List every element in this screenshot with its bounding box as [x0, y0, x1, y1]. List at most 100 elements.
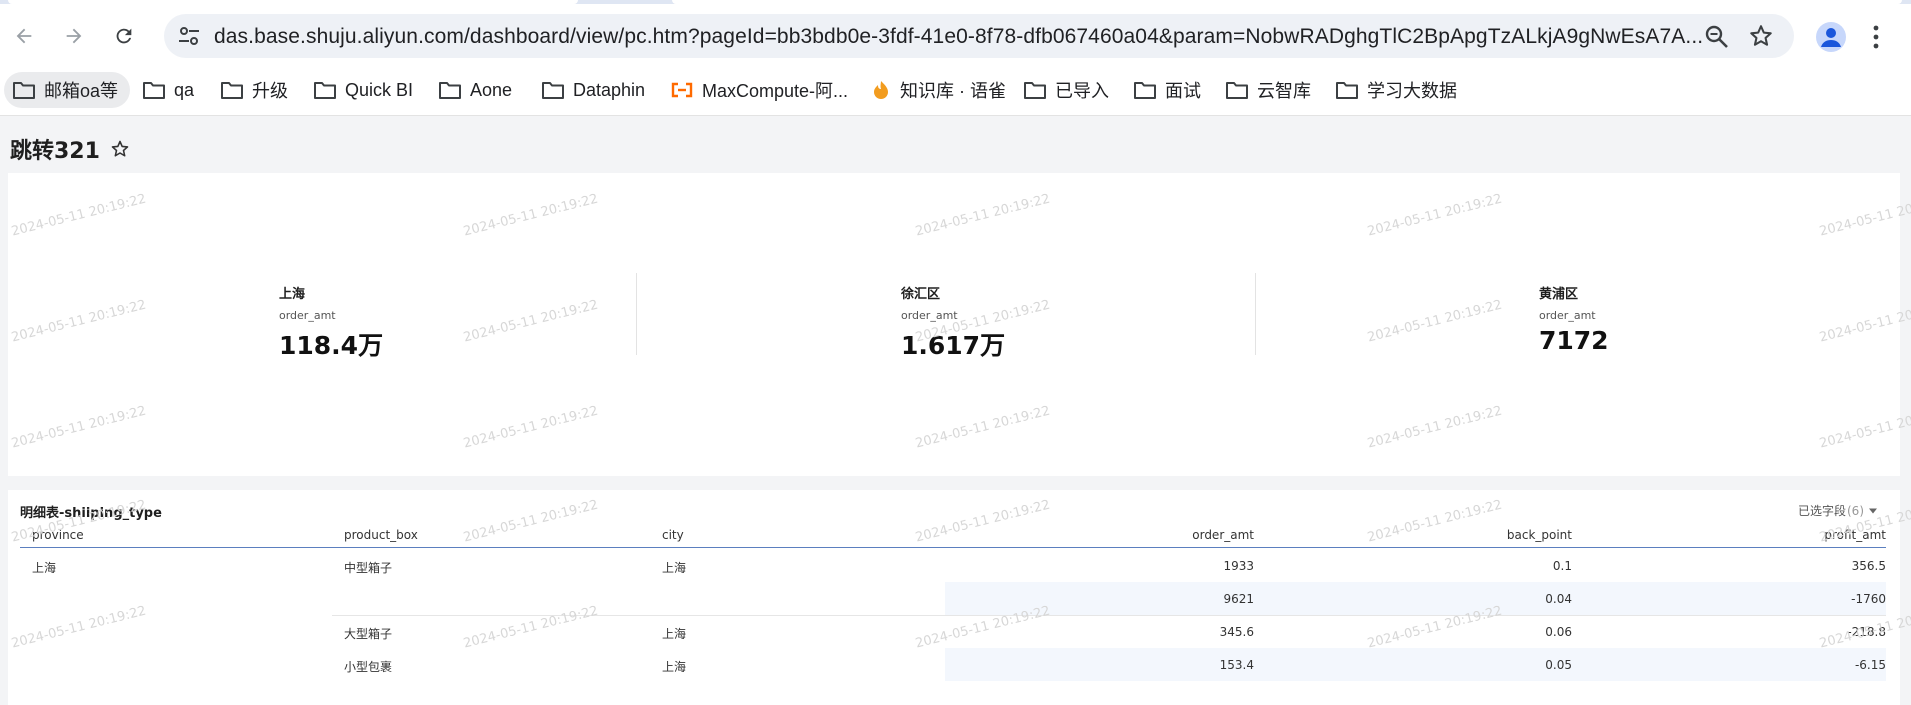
cell-profit-amt: -6.15: [1854, 658, 1886, 672]
cell-order-amt: 9621: [1223, 592, 1254, 606]
cell-order-amt: 153.4: [1219, 658, 1254, 672]
table-row[interactable]: 上海 中型箱子 上海 1933 0.1 356.5: [20, 549, 1886, 582]
bookmark-folder[interactable]: Aone: [438, 72, 512, 108]
kpi-value: 1.617万: [901, 331, 1006, 360]
kpi-shanghai[interactable]: 上海 order_amt 118.4万: [279, 283, 383, 362]
cell-city: 上海: [662, 627, 687, 641]
bookmark-folder[interactable]: 云智库: [1225, 72, 1311, 108]
site-settings-icon[interactable]: [178, 26, 200, 46]
back-button[interactable]: [6, 18, 42, 54]
cell-profit-amt: 356.5: [1851, 559, 1886, 573]
folder-icon: [143, 82, 165, 99]
url-text[interactable]: das.base.shuju.aliyun.com/dashboard/view…: [214, 25, 1703, 49]
kpi-value: 118.4万: [279, 331, 384, 360]
table-row[interactable]: 小型包裹 上海 153.4 0.05 -6.15: [20, 648, 1886, 681]
kpi-xuhui[interactable]: 徐汇区 order_amt 1.617万: [901, 283, 1005, 362]
table-row[interactable]: 9621 0.04 -1760: [20, 582, 1886, 615]
reload-icon: [116, 28, 132, 44]
column-header[interactable]: profit_amt: [1824, 528, 1886, 542]
bookmark-folder[interactable]: 面试: [1133, 72, 1201, 108]
folder-icon: [314, 82, 336, 99]
bookmark-label: 学习大数据: [1367, 81, 1457, 101]
fields-count: (6): [1847, 503, 1864, 518]
bookmark-folder[interactable]: 邮箱oa等: [4, 72, 131, 108]
bookmarks-bar: 邮箱oa等 qa 升级 Quick BI Aone Dataphin MaxCo…: [0, 66, 1911, 116]
kpi-value: 7172: [1539, 326, 1609, 355]
cell-city: 上海: [662, 660, 687, 674]
detail-table-card: 明细表-shiiping_type 已选字段 (6) province prod…: [8, 490, 1900, 705]
bookmark-label: 升级: [252, 81, 288, 101]
kpi-dimension: 上海: [279, 287, 306, 302]
kpi-divider: [636, 273, 637, 355]
bookmark-link[interactable]: 知识库 · 语雀: [870, 72, 1006, 108]
kpi-dimension: 黄浦区: [1539, 287, 1579, 302]
cell-product-box: 大型箱子: [344, 627, 393, 641]
bookmark-label: 云智库: [1257, 81, 1311, 101]
bookmark-label: 知识库 · 语雀: [900, 81, 1006, 101]
folder-icon: [1134, 82, 1156, 99]
forward-button[interactable]: [56, 18, 92, 54]
folder-icon: [221, 82, 243, 99]
cell-back-point: 0.04: [1545, 592, 1572, 606]
bookmark-folder[interactable]: 学习大数据: [1335, 72, 1457, 108]
bookmark-folder[interactable]: 升级: [220, 72, 288, 108]
cell-order-amt: 345.6: [1219, 625, 1254, 639]
bookmark-folder[interactable]: qa: [142, 72, 194, 108]
folder-icon: [1024, 82, 1046, 99]
reload-button[interactable]: [106, 18, 142, 54]
column-header[interactable]: province: [32, 528, 84, 542]
kpi-huangpu[interactable]: 黄浦区 order_amt 7172: [1539, 283, 1609, 355]
bookmark-folder[interactable]: 已导入: [1023, 72, 1109, 108]
arrow-right-icon: [66, 28, 82, 44]
cell-province: 上海: [32, 561, 57, 575]
folder-icon: [1336, 82, 1358, 99]
kpi-measure: order_amt: [279, 309, 336, 322]
arrow-left-icon: [16, 28, 32, 44]
favorite-star-icon[interactable]: [110, 139, 130, 159]
table-header: province product_box city order_amt back…: [20, 522, 1886, 548]
kpi-divider: [1255, 273, 1256, 355]
bookmark-star-icon[interactable]: [1748, 23, 1774, 49]
cell-order-amt: 1933: [1223, 559, 1254, 573]
profile-avatar[interactable]: [1816, 22, 1846, 52]
page-header: 跳转321: [10, 133, 130, 165]
column-header[interactable]: back_point: [1507, 528, 1572, 542]
cell-product-box: 中型箱子: [344, 561, 393, 575]
cell-profit-amt: -218.8: [1847, 625, 1886, 639]
row-highlight: [945, 648, 1886, 681]
cell-back-point: 0.1: [1552, 559, 1572, 573]
cell-product-box: 小型包裹: [344, 660, 393, 674]
bookmark-label: 邮箱oa等: [44, 81, 119, 101]
cell-back-point: 0.06: [1545, 625, 1572, 639]
person-icon: [1821, 28, 1841, 47]
column-header[interactable]: product_box: [344, 528, 418, 542]
bookmark-label: Dataphin: [573, 79, 646, 100]
cell-city: 上海: [662, 561, 687, 575]
cell-profit-amt: -1760: [1851, 592, 1886, 606]
bookmark-label: qa: [174, 79, 195, 100]
folder-icon: [1226, 82, 1248, 99]
zoom-icon[interactable]: [1704, 24, 1730, 50]
folder-icon: [542, 82, 564, 99]
address-bar[interactable]: das.base.shuju.aliyun.com/dashboard/view…: [164, 14, 1794, 58]
selected-fields-dropdown[interactable]: 已选字段 (6): [1798, 502, 1878, 519]
fields-label: 已选字段: [1797, 504, 1846, 518]
bookmark-label: Aone: [470, 79, 513, 100]
table-title: 明细表-shiiping_type: [20, 506, 162, 521]
row-highlight: [945, 582, 1886, 615]
folder-icon: [439, 82, 461, 99]
bookmark-folder[interactable]: Quick BI: [313, 72, 413, 108]
bookmark-folder[interactable]: Dataphin: [541, 72, 645, 108]
table-row[interactable]: 大型箱子 上海 345.6 0.06 -218.8: [20, 615, 1886, 648]
more-menu-icon[interactable]: [1866, 22, 1886, 52]
bookmark-link[interactable]: MaxCompute-阿...: [670, 72, 848, 108]
dashboard-page: 跳转321 上海 order_amt 118.4万 徐汇区 order_amt …: [0, 117, 1911, 705]
kpi-dimension: 徐汇区: [901, 287, 941, 302]
bookmark-label: Quick BI: [345, 79, 414, 100]
folder-icon: [13, 82, 35, 99]
kpi-card: 上海 order_amt 118.4万 徐汇区 order_amt 1.617万…: [8, 173, 1900, 476]
column-header[interactable]: city: [662, 528, 684, 542]
column-header[interactable]: order_amt: [1192, 528, 1254, 542]
kpi-measure: order_amt: [1539, 309, 1596, 322]
kpi-measure: order_amt: [901, 309, 958, 322]
